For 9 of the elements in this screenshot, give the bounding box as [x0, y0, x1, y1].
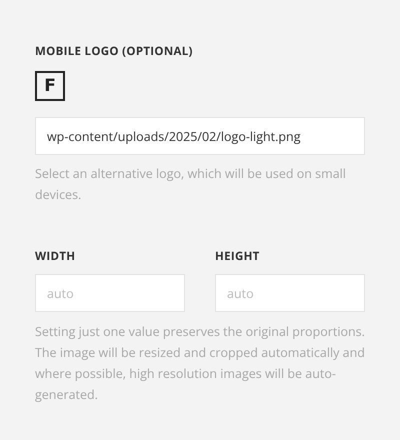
input-field[interactable]: auto	[35, 274, 185, 312]
input-field[interactable]: auto	[215, 274, 365, 312]
field-label: WIDTH	[35, 249, 76, 264]
url-field[interactable]: wp-content/uploads/2025/02/logo-light.png	[35, 117, 365, 155]
help-text: Select an alternative logo, which will be used on small devices.	[35, 164, 347, 205]
field-label: HEIGHT	[215, 249, 261, 264]
section-label: MOBILE LOGO (OPTIONAL)	[35, 44, 194, 59]
help-text: Setting just one value preserves the original proportions. The image will be resized and cropped automatically and where possible, high resolution images will be auto-generated.	[35, 322, 365, 405]
logo: F	[35, 71, 65, 101]
